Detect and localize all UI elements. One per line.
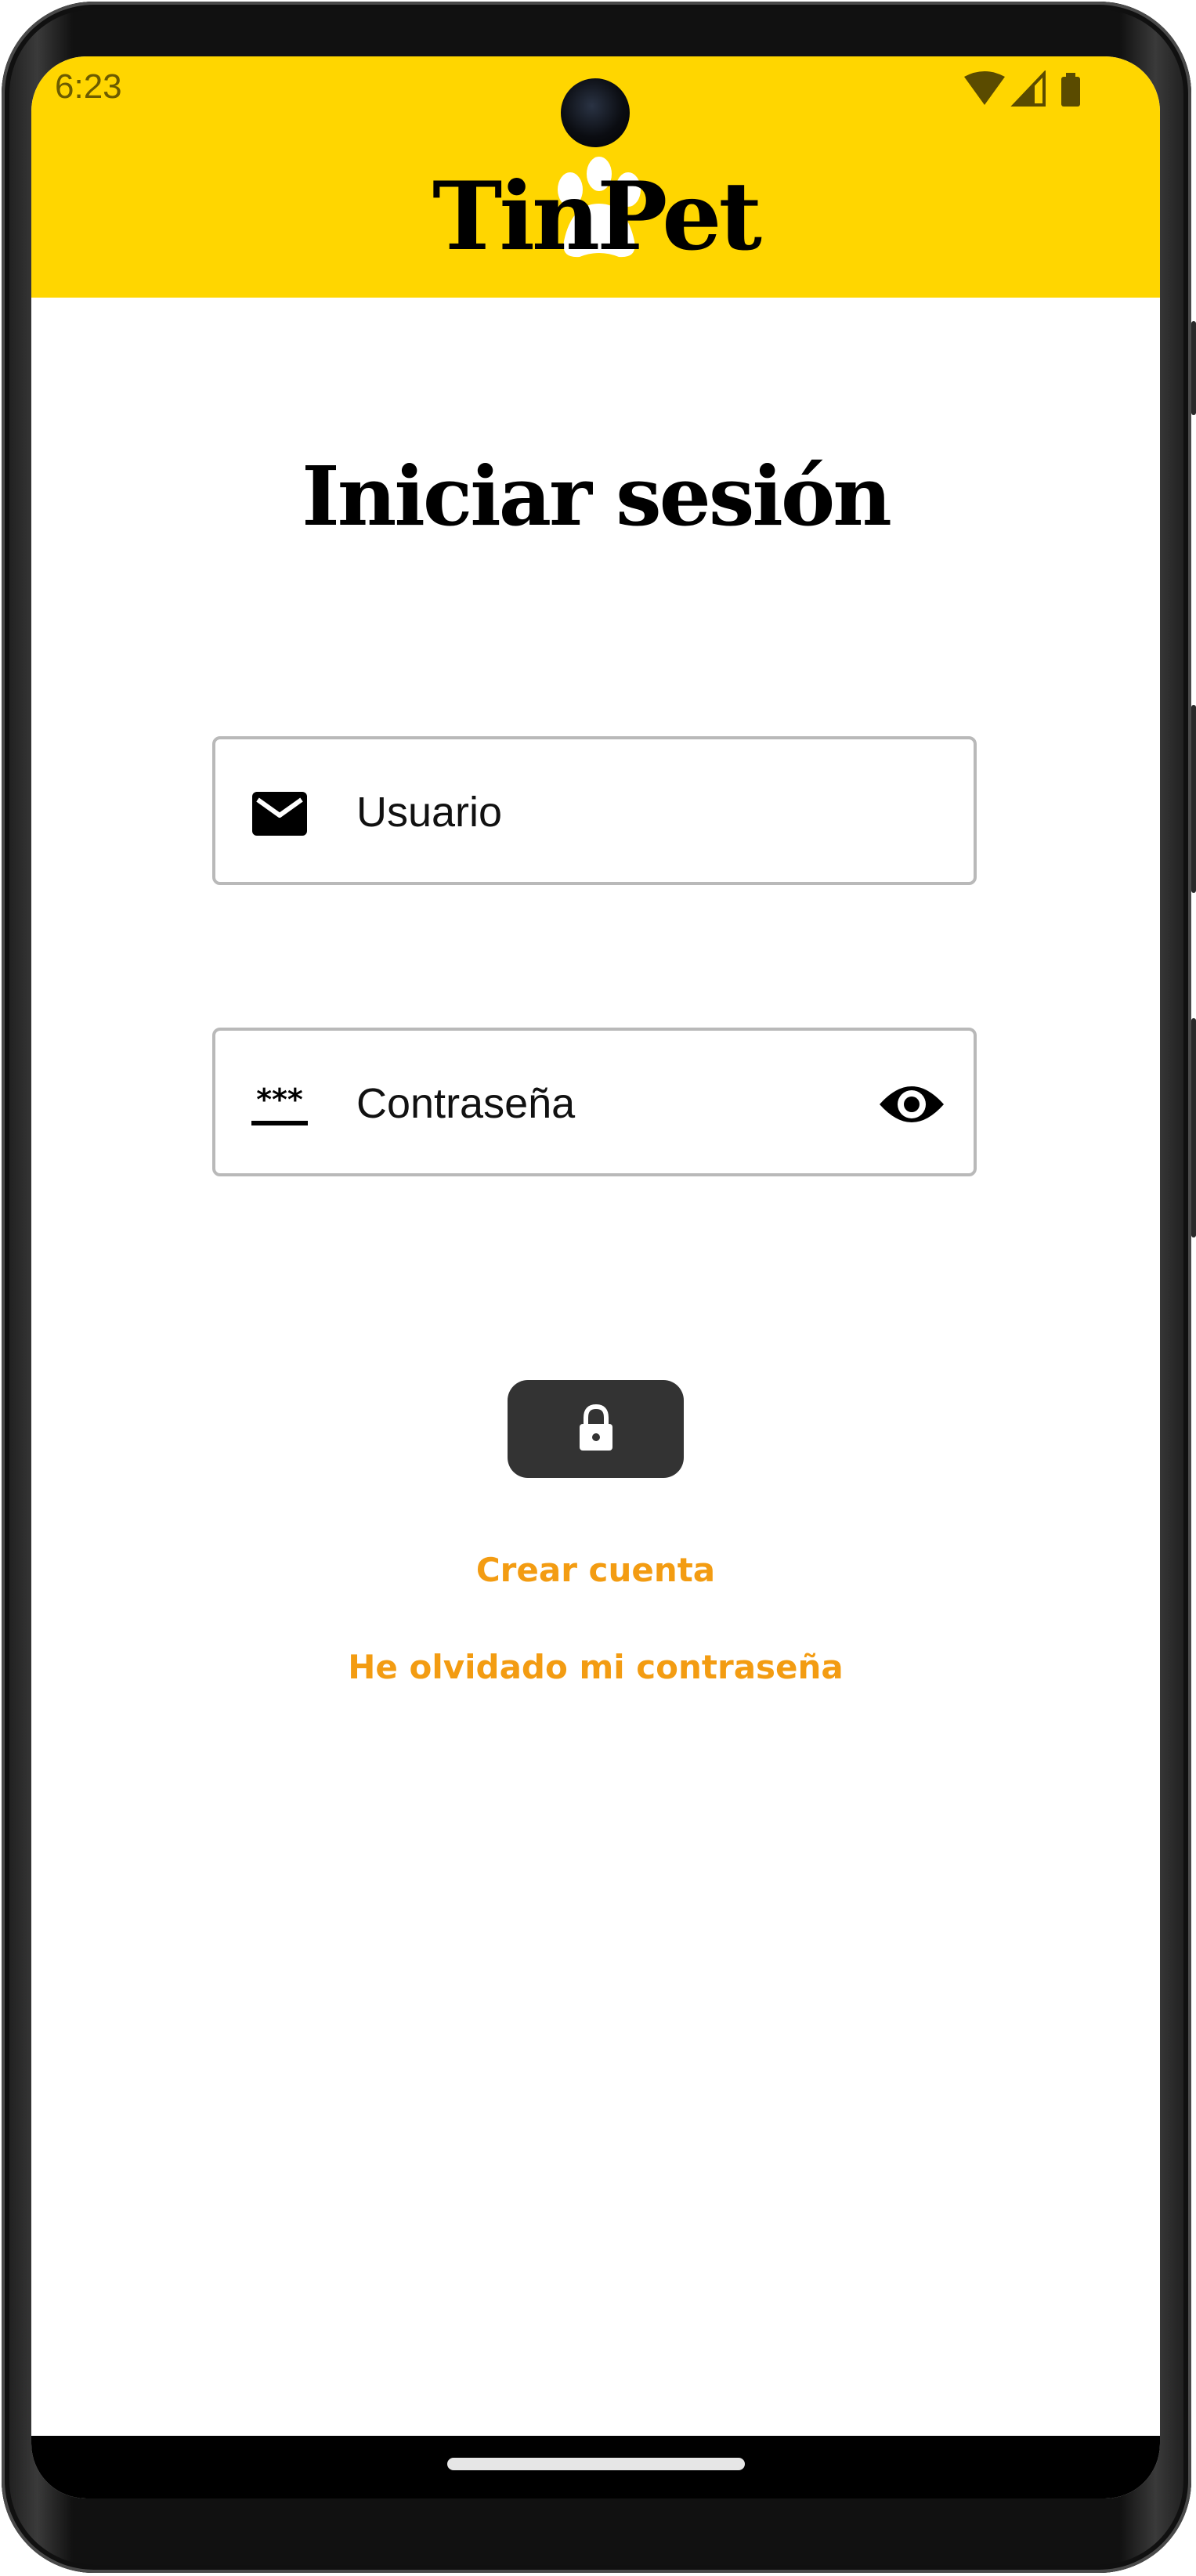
- password-field[interactable]: *** Contraseña: [212, 1028, 977, 1176]
- email-icon: [252, 792, 307, 836]
- battery-icon: [1061, 73, 1080, 107]
- app-logo: TinPet: [432, 161, 762, 272]
- page-title: Iniciar sesión: [302, 448, 892, 544]
- power-button: [1191, 321, 1196, 415]
- username-input[interactable]: Usuario: [356, 786, 502, 838]
- app-bar: 6:23 TinPet: [31, 56, 1160, 298]
- forgot-password-link[interactable]: He olvidado mi contraseña: [31, 1646, 1160, 1689]
- device: 6:23 TinPet Iniciar sesión Usuario *** C…: [0, 0, 1196, 2576]
- screen: 6:23 TinPet Iniciar sesión Usuario *** C…: [31, 56, 1160, 2498]
- signal-icon: [1010, 70, 1046, 107]
- home-gesture-handle[interactable]: [447, 2458, 745, 2470]
- status-icons: [964, 70, 1080, 107]
- lock-icon: [580, 1404, 612, 1451]
- svg-text:***: ***: [256, 1082, 303, 1117]
- status-time: 6:23: [55, 67, 122, 106]
- login-button[interactable]: [508, 1380, 684, 1478]
- password-icon: ***: [251, 1082, 308, 1125]
- wifi-icon: [964, 71, 1005, 105]
- password-input[interactable]: Contraseña: [356, 1078, 575, 1129]
- volume-button: [1191, 705, 1196, 893]
- create-account-link[interactable]: Crear cuenta: [31, 1548, 1160, 1592]
- front-camera: [561, 78, 630, 147]
- eye-icon[interactable]: [878, 1073, 945, 1136]
- volume-button-lower: [1191, 1018, 1196, 1237]
- username-field[interactable]: Usuario: [212, 736, 977, 885]
